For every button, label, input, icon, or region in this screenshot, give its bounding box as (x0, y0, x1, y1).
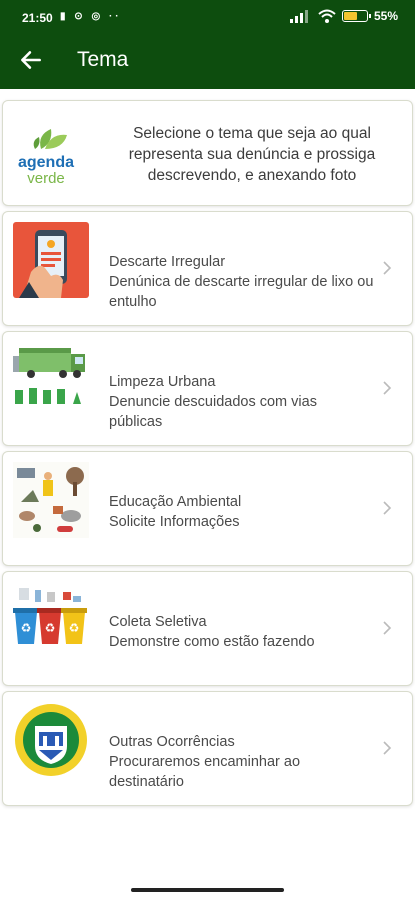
chevron-right-icon (383, 261, 392, 275)
theme-text: Limpeza Urbana Denuncie descuidados com … (109, 372, 374, 432)
theme-description: Demonstre como estão fazendo (109, 634, 315, 650)
gesture-navigation-bar[interactable] (131, 888, 284, 892)
theme-title: Limpeza Urbana (109, 374, 216, 390)
garbage-truck-icon (13, 348, 85, 404)
status-time: 21:50 (22, 11, 53, 25)
theme-description: Denuncie descuidados com vias públicas (109, 394, 317, 430)
city-seal-icon (15, 704, 87, 776)
theme-text: Outras Ocorrências Procuraremos encaminh… (109, 732, 374, 792)
theme-item-descarte-irregular[interactable]: Descarte Irregular Denúnica de descarte … (2, 211, 413, 326)
agenda-verde-logo: agenda verde (18, 129, 74, 187)
theme-item-educacao-ambiental[interactable]: Educação Ambiental Solicite Informações (2, 451, 413, 566)
battery-icon (341, 10, 371, 22)
app-bar: Tema (0, 34, 415, 89)
chevron-right-icon (383, 741, 392, 755)
environment-education-icon (13, 462, 89, 538)
recycle-bins-icon: ♻ ♻ ♻ (13, 588, 87, 644)
page-title: Tema (77, 48, 129, 71)
intro-card: agenda verde Selecione o tema que seja a… (2, 100, 413, 206)
theme-item-outras-ocorrencias[interactable]: Outras Ocorrências Procuraremos encaminh… (2, 691, 413, 806)
chevron-right-icon (383, 621, 392, 635)
svg-text:♻: ♻ (45, 621, 56, 635)
theme-description: Procuraremos encaminhar ao destinatário (109, 754, 301, 790)
theme-text: Educação Ambiental Solicite Informações (109, 492, 374, 532)
notification-icons: ▮ ⊙ ◎ ·· (60, 11, 122, 22)
theme-title: Educação Ambiental (109, 494, 242, 510)
svg-text:♻: ♻ (69, 621, 80, 635)
phone-hand-icon (13, 222, 89, 298)
theme-text: Descarte Irregular Denúnica de descarte … (109, 252, 374, 312)
logo-text-line2: verde (27, 170, 65, 187)
logo-text-line1: agenda (18, 154, 74, 171)
intro-text: Selecione o tema que seja ao qual repres… (128, 125, 376, 184)
battery-fill (343, 12, 358, 20)
theme-description: Solicite Informações (109, 514, 240, 530)
theme-title: Descarte Irregular (109, 254, 226, 270)
wifi-icon (318, 9, 336, 23)
status-bar: 21:50 ▮ ⊙ ◎ ·· 55% (0, 0, 415, 34)
theme-text: Coleta Seletiva Demonstre como estão faz… (109, 612, 374, 652)
arrow-left-icon[interactable] (18, 47, 44, 73)
chevron-right-icon (383, 381, 392, 395)
svg-text:♻: ♻ (21, 621, 32, 635)
theme-description: Denúnica de descarte irregular de lixo o… (109, 274, 374, 310)
status-right: 55% (289, 9, 398, 23)
theme-title: Coleta Seletiva (109, 614, 207, 630)
chevron-right-icon (383, 501, 392, 515)
battery-level: 55% (373, 9, 398, 23)
theme-item-limpeza-urbana[interactable]: Limpeza Urbana Denuncie descuidados com … (2, 331, 413, 446)
theme-title: Outras Ocorrências (109, 734, 235, 750)
theme-item-coleta-seletiva[interactable]: ♻ ♻ ♻ Coleta Seletiva Demonstre como est… (2, 571, 413, 686)
signal-icon (289, 10, 308, 23)
